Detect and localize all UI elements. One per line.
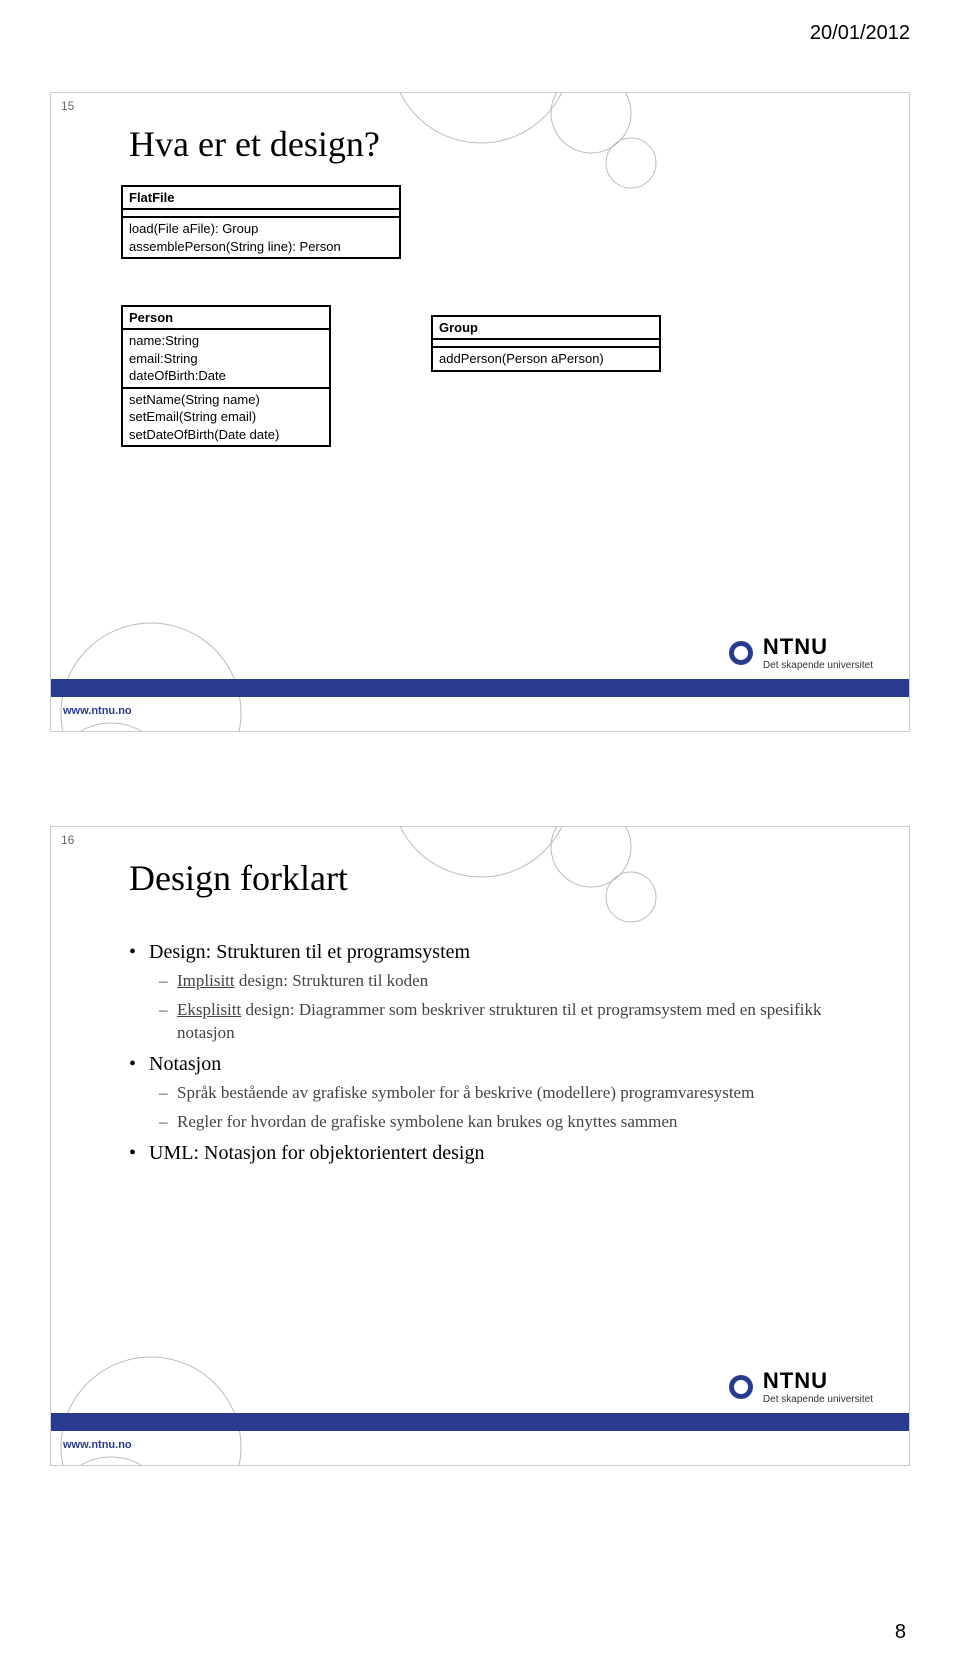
sub-bullet: Implisitt design: Strukturen til koden xyxy=(149,970,869,993)
uml-op: setName(String name) xyxy=(129,391,323,409)
ntnu-logo: NTNU Det skapende universitet xyxy=(729,634,873,671)
uml-class-flatfile: FlatFile load(File aFile): Group assembl… xyxy=(121,185,401,259)
slide-number: 15 xyxy=(61,99,74,113)
uml-attrs: name:String email:String dateOfBirth:Dat… xyxy=(123,330,329,389)
header-date: 20/01/2012 xyxy=(810,22,910,45)
sub-bullet-rest: design: Diagrammer som beskriver struktu… xyxy=(177,1000,821,1042)
bullet: UML: Notasjon for objektorientert design xyxy=(129,1142,869,1165)
uml-op: addPerson(Person aPerson) xyxy=(439,350,653,368)
slide-title: Hva er et design? xyxy=(129,123,380,165)
bullet-text: Notasjon xyxy=(149,1053,221,1075)
slide-body: Design: Strukturen til et programsystem … xyxy=(129,941,869,1173)
sub-bullet: Språk bestående av grafiske symboler for… xyxy=(149,1082,869,1105)
sub-bullet-rest: design: Strukturen til koden xyxy=(239,971,428,990)
ntnu-tagline: Det skapende universitet xyxy=(763,660,873,671)
slide-2: 16 Design forklart Design: Strukturen ti… xyxy=(50,826,910,1466)
footer-bar xyxy=(51,1413,909,1431)
sub-bullet-underlined: Eksplisitt xyxy=(177,1000,241,1019)
uml-class-person: Person name:String email:String dateOfBi… xyxy=(121,305,331,447)
uml-attr: dateOfBirth:Date xyxy=(129,367,323,385)
sub-bullet: Eksplisitt design: Diagrammer som beskri… xyxy=(149,999,869,1045)
slide-1: 15 Hva er et design? FlatFile load(File … xyxy=(50,92,910,732)
uml-ops: addPerson(Person aPerson) xyxy=(433,348,659,370)
ntnu-logo-icon xyxy=(729,641,753,665)
ntnu-logo-icon xyxy=(729,1375,753,1399)
uml-attr: name:String xyxy=(129,332,323,350)
slide-number: 16 xyxy=(61,833,74,847)
uml-attr: email:String xyxy=(129,350,323,368)
sub-bullet: Regler for hvordan de grafiske symbolene… xyxy=(149,1111,869,1134)
ntnu-name: NTNU xyxy=(763,634,873,660)
footer-url: www.ntnu.no xyxy=(63,705,132,717)
uml-class-name: FlatFile xyxy=(123,187,399,210)
footer-bar xyxy=(51,679,909,697)
slide-title: Design forklart xyxy=(129,857,348,899)
bullet: Notasjon Språk bestående av grafiske sym… xyxy=(129,1053,869,1134)
uml-class-name: Person xyxy=(123,307,329,330)
uml-ops: load(File aFile): Group assemblePerson(S… xyxy=(123,218,399,257)
footer-url: www.ntnu.no xyxy=(63,1439,132,1451)
ntnu-tagline: Det skapende universitet xyxy=(763,1394,873,1405)
sub-bullet-underlined: Implisitt xyxy=(177,971,235,990)
uml-op: load(File aFile): Group xyxy=(129,220,393,238)
uml-op: assemblePerson(String line): Person xyxy=(129,238,393,256)
uml-attrs xyxy=(123,210,399,218)
bullet-text: UML: Notasjon for objektorientert design xyxy=(149,1142,485,1164)
uml-ops: setName(String name) setEmail(String ema… xyxy=(123,389,329,446)
ntnu-logo: NTNU Det skapende universitet xyxy=(729,1368,873,1405)
uml-op: setDateOfBirth(Date date) xyxy=(129,426,323,444)
uml-class-name: Group xyxy=(433,317,659,340)
uml-attrs xyxy=(433,340,659,348)
uml-op: setEmail(String email) xyxy=(129,408,323,426)
page-number: 8 xyxy=(895,1621,906,1644)
bullet-text: Design: Strukturen til et programsystem xyxy=(149,941,470,963)
uml-class-group: Group addPerson(Person aPerson) xyxy=(431,315,661,372)
bullet: Design: Strukturen til et programsystem … xyxy=(129,941,869,1045)
ntnu-name: NTNU xyxy=(763,1368,873,1394)
uml-diagram: FlatFile load(File aFile): Group assembl… xyxy=(121,185,841,585)
